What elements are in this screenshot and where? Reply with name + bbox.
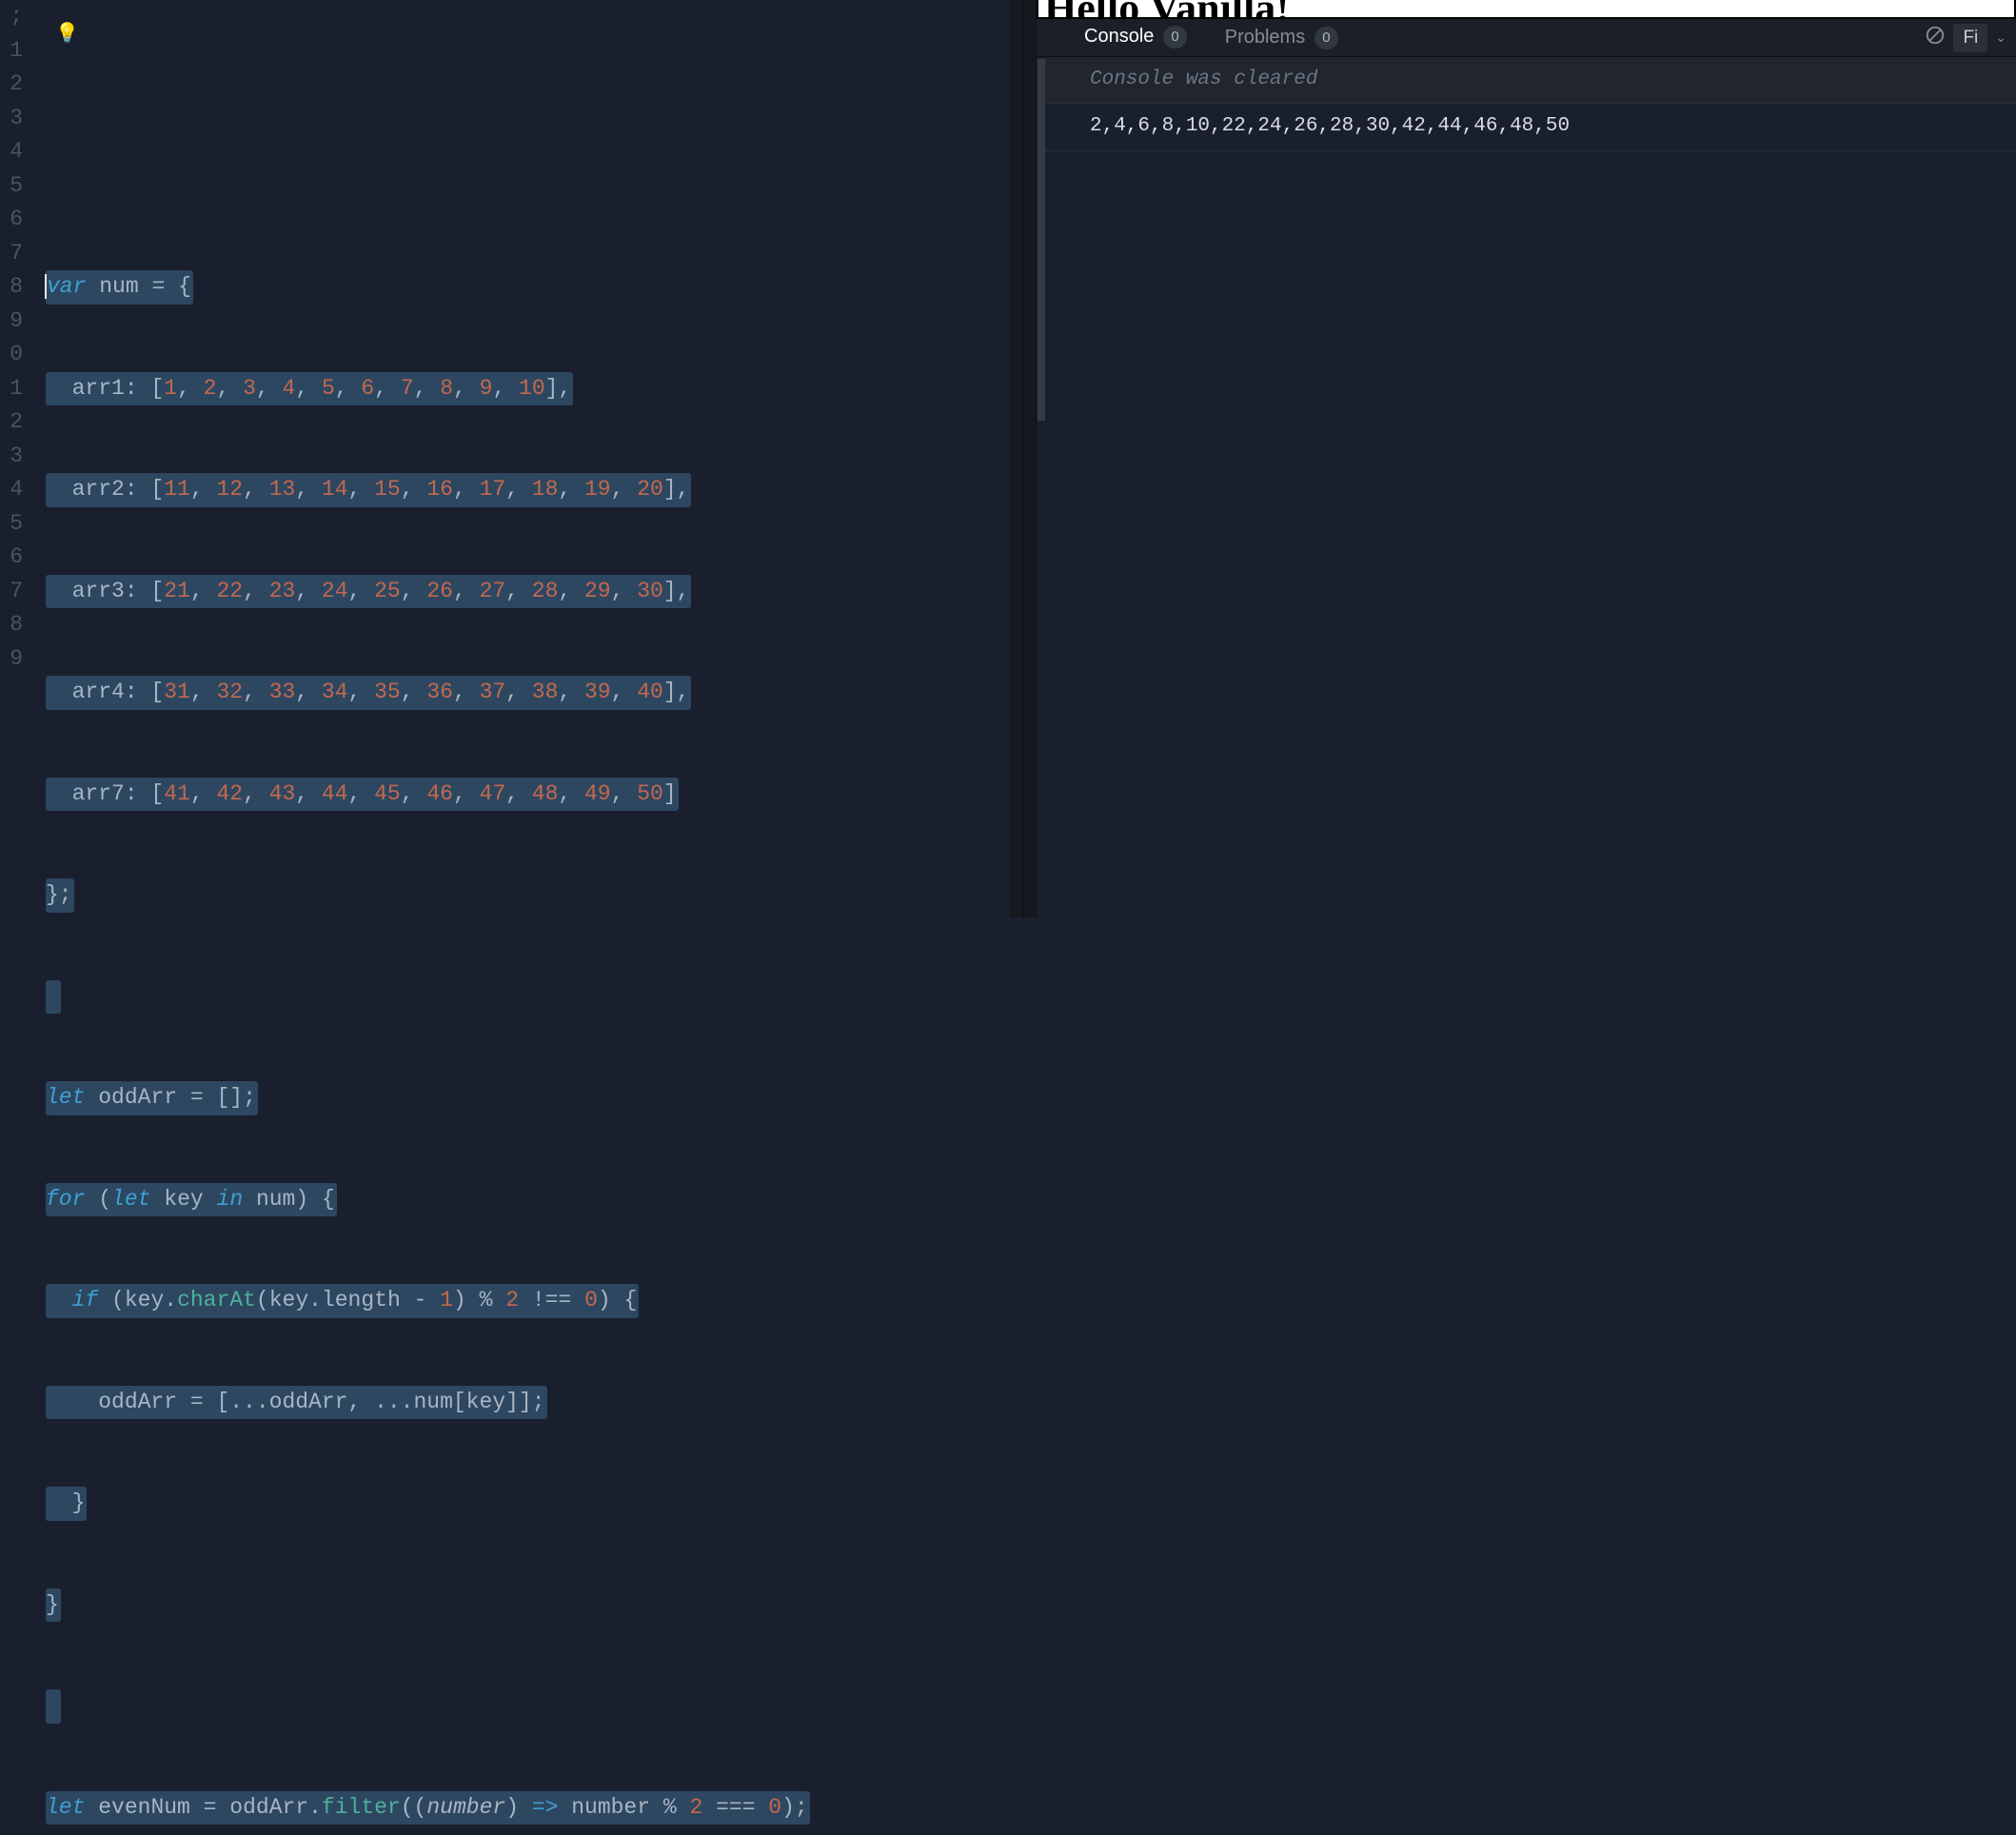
gutter-line: 4	[0, 135, 23, 169]
gutter-line: 2	[0, 405, 23, 440]
code-token: let	[46, 1795, 85, 1820]
preview-devtools-pane: Hello Vanilla! Console 0 Problems 0 Fi ⌄…	[1037, 0, 2016, 918]
code-token: };	[46, 882, 72, 907]
code-token: arr4	[72, 680, 125, 704]
code-token: if	[72, 1288, 99, 1312]
devtools-tabbar: Console 0 Problems 0 Fi ⌄	[1037, 19, 2016, 57]
gutter-line: 7	[0, 575, 23, 609]
code-token: =	[151, 274, 165, 299]
code-token: arr1	[72, 376, 125, 401]
editor-pane[interactable]: 💡 ; 1 2 3 4 5 6 7 8 9 0 1 2 3 4 5 6 7 8 …	[0, 0, 1023, 918]
pane-divider[interactable]	[1023, 0, 1037, 918]
editor-scrollbar[interactable]	[1010, 0, 1023, 918]
gutter-line: 2	[0, 68, 23, 102]
gutter-line: 7	[0, 237, 23, 271]
console-count-badge: 0	[1163, 26, 1186, 49]
code-token: arr7	[72, 781, 125, 806]
code-token: for	[46, 1187, 85, 1212]
code-token: }	[72, 1490, 86, 1515]
code-token: {	[178, 274, 191, 299]
clear-console-icon[interactable]	[1917, 25, 1953, 51]
gutter-line: 3	[0, 440, 23, 474]
gutter-line: 3	[0, 102, 23, 136]
gutter-line: 5	[0, 507, 23, 542]
console-scrollbar[interactable]	[1038, 59, 1045, 421]
code-token: }	[46, 1592, 59, 1617]
code-token: oddArr = [...oddArr, ...num[key]];	[98, 1390, 544, 1414]
tab-console[interactable]: Console 0	[1065, 19, 1206, 56]
gutter-line: 5	[0, 169, 23, 204]
gutter-line: 0	[0, 338, 23, 372]
filter-button[interactable]: Fi	[1953, 24, 1987, 52]
tab-problems-label: Problems	[1225, 27, 1305, 49]
gutter-line: 1	[0, 372, 23, 406]
code-token: arr2	[72, 477, 125, 502]
console-log-line: 2,4,6,8,10,22,24,26,28,30,42,44,46,48,50	[1037, 104, 2016, 150]
problems-count-badge: 0	[1314, 27, 1337, 49]
code-editor[interactable]: var num = { arr1: [1, 2, 3, 4, 5, 6, 7, …	[29, 0, 1023, 918]
console-cleared-msg: Console was cleared	[1037, 57, 2016, 104]
code-token: num	[99, 274, 138, 299]
gutter-line: 6	[0, 541, 23, 575]
console-output[interactable]: Console was cleared 2,4,6,8,10,22,24,26,…	[1037, 57, 2016, 918]
code-token: var	[47, 274, 86, 299]
gutter-line: 6	[0, 203, 23, 237]
gutter-line: 1	[0, 34, 23, 69]
code-token: arr3	[72, 579, 125, 603]
preview-heading: Hello Vanilla!	[1037, 0, 2016, 19]
gutter-line: 8	[0, 608, 23, 642]
code-token: let	[46, 1085, 85, 1110]
chevron-down-icon[interactable]: ⌄	[1991, 30, 2016, 46]
gutter-line: 9	[0, 305, 23, 339]
tab-problems[interactable]: Problems 0	[1206, 19, 1357, 56]
gutter-line: ;	[0, 0, 23, 34]
tab-console-label: Console	[1084, 26, 1154, 48]
line-gutter: ; 1 2 3 4 5 6 7 8 9 0 1 2 3 4 5 6 7 8 9	[0, 0, 29, 918]
gutter-line: 4	[0, 473, 23, 507]
gutter-line: 8	[0, 270, 23, 305]
gutter-line: 9	[0, 642, 23, 677]
